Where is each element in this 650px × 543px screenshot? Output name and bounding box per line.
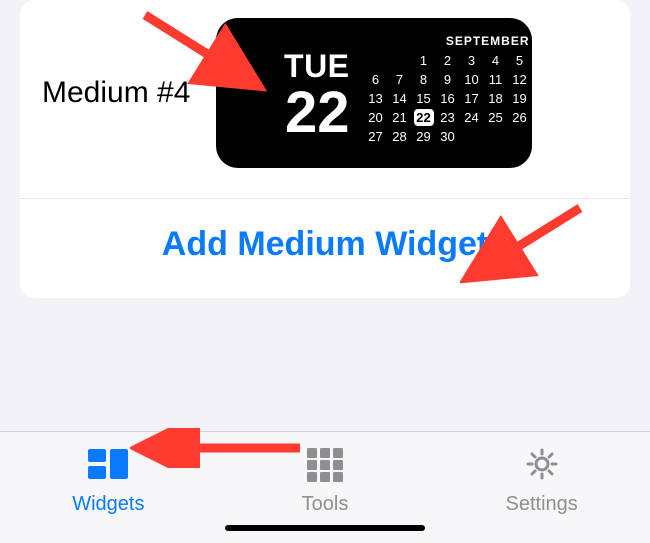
calendar-day: 13 [366, 90, 386, 107]
widget-day-number: 22 [285, 84, 350, 142]
calendar-day: 7 [390, 71, 410, 88]
calendar-day: 22 [414, 109, 434, 126]
calendar-day: 4 [486, 52, 506, 69]
calendar-day: 23 [438, 109, 458, 126]
calendar-day: 10 [462, 71, 482, 88]
calendar-day: 15 [414, 90, 434, 107]
calendar-day: 21 [390, 109, 410, 126]
calendar-day: 30 [438, 128, 458, 145]
grid-icon [304, 446, 346, 487]
widget-row-label: Medium #4 [42, 76, 190, 110]
calendar-day: 2 [438, 52, 458, 69]
calendar-day: 17 [462, 90, 482, 107]
calendar-day: 18 [486, 90, 506, 107]
calendar-day: 24 [462, 109, 482, 126]
tab-settings[interactable]: Settings [472, 446, 612, 516]
add-medium-widget-button[interactable]: Add Medium Widget [162, 225, 488, 263]
tab-label: Settings [506, 493, 578, 516]
widget-day-abbrev: TUE [284, 50, 350, 82]
calendar-day: 27 [366, 128, 386, 145]
calendar-day: 28 [390, 128, 410, 145]
home-indicator[interactable] [225, 525, 425, 531]
tab-widgets[interactable]: Widgets [38, 446, 178, 516]
calendar-day: 26 [510, 109, 530, 126]
calendar-day: 1 [414, 52, 434, 69]
calendar-day: 5 [510, 52, 530, 69]
calendar-day: 16 [438, 90, 458, 107]
calendar-day: 8 [414, 71, 434, 88]
widget-row-medium-4[interactable]: Medium #4 TUE 22 SEPTEMBER 1234567891011… [20, 0, 630, 199]
widget-month-label: SEPTEMBER [366, 34, 530, 48]
calendar-widget-preview: TUE 22 SEPTEMBER 12345678910111213141516… [216, 18, 532, 168]
tab-label: Tools [302, 493, 349, 516]
calendar-day: 9 [438, 71, 458, 88]
calendar-day: 14 [390, 90, 410, 107]
widgets-icon [87, 446, 129, 487]
gear-icon [521, 446, 563, 487]
calendar-day: 29 [414, 128, 434, 145]
tab-tools[interactable]: Tools [255, 446, 395, 516]
tab-label: Widgets [72, 493, 144, 516]
calendar-day: 25 [486, 109, 506, 126]
calendar-day: 11 [486, 71, 506, 88]
widget-month-grid: 1234567891011121314151617181920212223242… [366, 52, 530, 145]
calendar-day: 3 [462, 52, 482, 69]
calendar-day: 19 [510, 90, 530, 107]
calendar-day: 20 [366, 109, 386, 126]
calendar-day: 6 [366, 71, 386, 88]
calendar-day: 12 [510, 71, 530, 88]
